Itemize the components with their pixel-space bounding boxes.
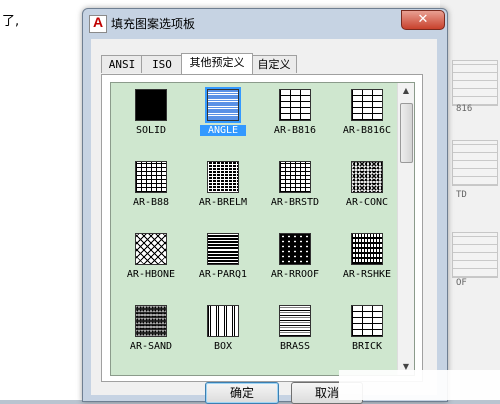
tab-ansi[interactable]: ANSI [101,55,143,73]
pattern-label: AR-RROOF [270,269,320,280]
pattern-swatch [207,305,239,337]
pattern-swatch [205,87,241,123]
background-side-strip: 816 TD OF [440,0,500,400]
scroll-thumb[interactable] [400,103,413,163]
pattern-swatch [135,89,167,121]
tab-panel: SOLID ANGLE AR-B816 AR-B816C AR-B88 AR-BRELM A… [101,74,423,382]
tab-other-predefined[interactable]: 其他预定义 [181,53,253,74]
autocad-app-icon: A [89,14,107,33]
pattern-item-ar-rroof[interactable]: AR-RROOF [259,227,331,293]
ok-button[interactable]: 确定 [205,382,279,404]
pattern-item-ar-conc[interactable]: AR-CONC [331,155,403,221]
pattern-label: SOLID [135,125,167,136]
pattern-label: ANGLE [200,125,246,136]
dialog-title: 填充图案选项板 [111,17,196,31]
scroll-up-arrow-icon[interactable]: ▲ [398,83,414,99]
pattern-label: AR-SAND [129,341,173,352]
pattern-item-ar-b88[interactable]: AR-B88 [115,155,187,221]
pattern-label: BRICK [351,341,383,352]
pattern-label: AR-B816 [273,125,317,136]
pattern-label: BOX [213,341,233,352]
background-side-label: TD [456,190,467,200]
background-text: 了, [2,14,20,29]
background-side-label: 816 [456,104,473,114]
pattern-label: AR-HBONE [126,269,176,280]
pattern-label: AR-B88 [132,197,170,208]
pattern-label: AR-BRELM [198,197,248,208]
close-button[interactable]: ✕ [401,10,445,30]
pattern-list[interactable]: SOLID ANGLE AR-B816 AR-B816C AR-B88 AR-BRELM A… [110,82,415,376]
pattern-swatch [207,233,239,265]
pattern-item-ar-sand[interactable]: AR-SAND [115,299,187,365]
pattern-item-ar-brelm[interactable]: AR-BRELM [187,155,259,221]
pattern-label: AR-BRSTD [270,197,320,208]
vertical-scrollbar[interactable]: ▲ ▼ [397,83,414,375]
title-bar[interactable]: A 填充图案选项板 ✕ [83,9,447,37]
pattern-swatch [351,161,383,193]
pattern-swatch [279,161,311,193]
pattern-label: AR-PARQ1 [198,269,248,280]
pattern-swatch [351,89,383,121]
background-pattern-thumb [452,140,498,186]
background-side-label: OF [456,278,467,288]
pattern-label: AR-B816C [342,125,392,136]
pattern-swatch [279,89,311,121]
tab-custom[interactable]: 自定义 [251,55,297,73]
pattern-item-ar-rshke[interactable]: AR-RSHKE [331,227,403,293]
pattern-swatch [135,305,167,337]
pattern-item-ar-b816c[interactable]: AR-B816C [331,83,403,149]
pattern-label: AR-CONC [345,197,389,208]
background-pattern-thumb [452,60,498,106]
pattern-swatch [279,233,311,265]
dialog-client-area: ANSI ISO 其他预定义 自定义 SOLID ANGLE AR-B816 AR-B… [91,39,437,404]
pattern-swatch [135,161,167,193]
pattern-item-ar-b816[interactable]: AR-B816 [259,83,331,149]
app-icon-letter: A [92,14,104,30]
pattern-swatch [207,161,239,193]
pattern-item-brick[interactable]: BRICK [331,299,403,365]
pattern-item-ar-parq1[interactable]: AR-PARQ1 [187,227,259,293]
pattern-item-ar-hbone[interactable]: AR-HBONE [115,227,187,293]
pattern-swatch [351,305,383,337]
pattern-item-box[interactable]: BOX [187,299,259,365]
background-pattern-thumb [452,232,498,278]
tab-iso[interactable]: ISO [141,55,183,73]
pattern-swatch [135,233,167,265]
pattern-item-ar-brstd[interactable]: AR-BRSTD [259,155,331,221]
pattern-label: AR-RSHKE [342,269,392,280]
pattern-label: BRASS [279,341,311,352]
pattern-item-brass[interactable]: BRASS [259,299,331,365]
hatch-pattern-palette-dialog: A 填充图案选项板 ✕ ANSI ISO 其他预定义 自定义 SOLID ANGL… [82,8,448,404]
pattern-swatch [279,305,311,337]
pattern-item-solid[interactable]: SOLID [115,83,187,149]
corner-overlay [339,370,500,400]
pattern-item-angle[interactable]: ANGLE [187,83,259,149]
pattern-swatch [351,233,383,265]
